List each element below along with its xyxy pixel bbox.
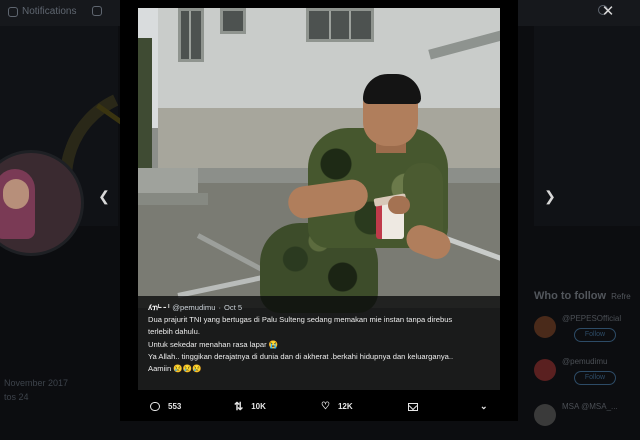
tweet-author-name[interactable]: ʎຠˡ╴╴ˡ xyxy=(148,302,169,314)
joined-date: November 2017 xyxy=(4,378,69,388)
reply-icon xyxy=(150,402,160,411)
follow-button[interactable]: Follow xyxy=(574,328,616,342)
suggestion-avatar xyxy=(534,359,556,381)
retweet-icon: ⇅ xyxy=(234,400,244,413)
chevron-right-icon: ❯ xyxy=(544,188,556,204)
photo-window xyxy=(178,8,204,62)
close-button[interactable]: ✕ xyxy=(598,2,618,22)
suggestion-name: MSA @MSA_... xyxy=(562,402,618,411)
photo-window xyxy=(306,8,374,42)
notifications-nav[interactable]: Notifications xyxy=(8,6,76,17)
media-modal: ʎຠˡ╴╴ˡ @pemudimu · Oct 5 Dua prajurit TN… xyxy=(120,0,518,421)
tweet-date[interactable]: Oct 5 xyxy=(224,302,242,314)
tweet-text-line: Ya Allah.. tinggikan derajatnya di dunia… xyxy=(148,351,454,361)
refresh-link[interactable]: Refre xyxy=(611,292,631,301)
soldier-hand xyxy=(388,196,410,214)
who-to-follow-title: Who to follow Refre xyxy=(534,290,631,302)
tweet-text-line: Aamiin 😢😢😢 xyxy=(148,364,202,374)
follow-button[interactable]: Follow xyxy=(574,371,616,385)
reply-count: 553 xyxy=(168,402,182,411)
mail-icon xyxy=(408,402,418,411)
follow-suggestion[interactable]: @pemudimu Follow xyxy=(534,355,640,395)
photo-tree xyxy=(138,38,152,178)
like-button[interactable]: ♡ 12K xyxy=(321,400,353,412)
more-button[interactable]: ⌄ xyxy=(480,401,488,412)
suggestion-name: @pemudimu xyxy=(562,357,608,366)
tweet-actions: 553 ⇅ 10K ♡ 12K ⌄ xyxy=(138,392,500,421)
tweet-text-line: Untuk sekedar menahan rasa lapar 😭 xyxy=(148,339,279,349)
next-media-button[interactable]: ❯ xyxy=(542,188,558,205)
suggestion-name: @PEPESOfficial xyxy=(562,314,622,323)
chevron-left-icon: ❮ xyxy=(98,188,110,204)
photo-steps xyxy=(138,168,198,196)
avatar-face xyxy=(3,179,29,209)
tweet-author-handle[interactable]: @pemudimu xyxy=(172,302,215,314)
bell-icon xyxy=(8,6,18,17)
tweet-caption: ʎຠˡ╴╴ˡ @pemudimu · Oct 5 Dua prajurit TN… xyxy=(138,296,500,390)
retweet-count: 10K xyxy=(251,402,266,411)
reply-button[interactable]: 553 xyxy=(150,402,181,411)
retweet-button[interactable]: ⇅ 10K xyxy=(234,400,266,413)
like-count: 12K xyxy=(337,402,353,411)
heart-icon: ♡ xyxy=(321,400,330,412)
photo-window xyxy=(220,8,246,34)
photo-steps xyxy=(138,193,208,205)
tweet-text-line: Dua prajurit TNI yang bertugas di Palu S… xyxy=(148,315,453,325)
tweet-separator: · xyxy=(218,303,221,312)
chevron-down-icon: ⌄ xyxy=(480,401,488,411)
tweet-text-line: terlebih dahulu. xyxy=(148,327,200,337)
follow-suggestion[interactable]: @PEPESOfficial Follow xyxy=(534,312,640,352)
tweet-header: ʎຠˡ╴╴ˡ @pemudimu · Oct 5 xyxy=(148,302,490,314)
notifications-label: Notifications xyxy=(22,6,77,17)
suggestion-avatar xyxy=(534,404,556,426)
follow-suggestion[interactable]: MSA @MSA_... xyxy=(534,400,640,440)
suggestion-avatar xyxy=(534,316,556,338)
close-icon: ✕ xyxy=(601,3,615,20)
previous-media-button[interactable]: ❮ xyxy=(96,188,112,205)
dm-button[interactable] xyxy=(408,402,418,411)
side-count: tos 24 xyxy=(4,392,29,402)
mail-icon xyxy=(92,6,102,16)
messages-nav[interactable] xyxy=(92,6,102,16)
